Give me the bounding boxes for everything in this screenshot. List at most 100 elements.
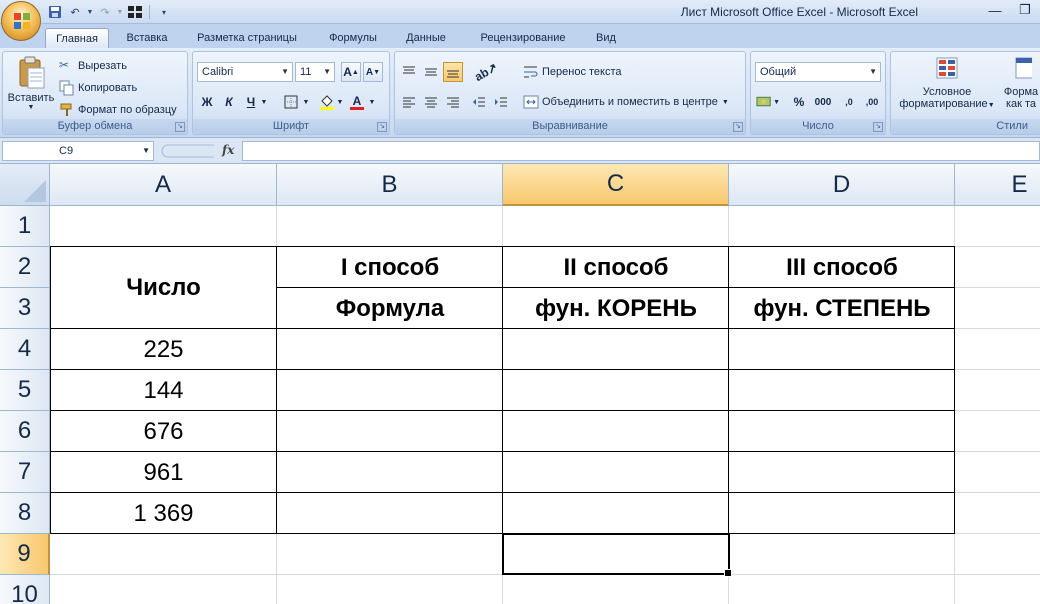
cell-c2[interactable]: II способ [503,247,729,288]
grid-view-icon[interactable] [126,3,144,21]
cell-a7[interactable]: 961 [50,452,277,493]
decrease-decimal-button[interactable]: ,00 [861,92,883,112]
align-middle-icon [425,68,437,76]
column-header-d[interactable]: D [729,164,955,206]
format-as-table-button[interactable]: Форма как та [1001,56,1040,110]
wrap-text-button[interactable]: Перенос текста [523,64,622,80]
cell-d2[interactable]: III способ [729,247,955,288]
orientation-button[interactable]: ab↗ [471,60,501,84]
align-left-button[interactable] [399,92,419,112]
merge-center-button[interactable]: Объединить и поместить в центре ▼ [523,94,729,110]
currency-button[interactable]: ▼ [755,92,781,112]
cell-a4[interactable]: 225 [50,329,277,370]
cell-b2[interactable]: I способ [277,247,503,288]
cut-button[interactable]: ✂ Вырезать [59,58,127,74]
conditional-formatting-button[interactable]: Условное форматирование▼ [895,56,999,110]
save-icon[interactable] [46,3,64,21]
borders-button[interactable] [281,92,301,112]
decrease-indent-button[interactable] [469,92,489,112]
alignment-launcher-icon[interactable]: ↘ [733,122,743,132]
align-bottom-button[interactable] [443,62,463,82]
thousands-separator-button[interactable]: 000 [811,92,835,112]
font-size-combo[interactable]: 11 ▼ [295,62,335,82]
insert-function-icon[interactable]: fx [222,143,234,157]
name-box-value: C9 [59,145,74,157]
borders-dropdown-icon[interactable]: ▼ [301,92,311,112]
increase-indent-button[interactable] [491,92,511,112]
tab-view[interactable]: Вид [584,28,628,48]
increase-decimal-button[interactable]: ,0 [839,92,859,112]
underline-dropdown-icon[interactable]: ▼ [259,92,269,112]
maximize-icon[interactable]: ❐ [1010,0,1040,20]
font-launcher-icon[interactable]: ↘ [377,122,387,132]
office-button[interactable] [1,1,41,41]
active-cell-c9[interactable] [502,533,732,577]
decrease-decimal-icon: ,00 [865,97,879,107]
tab-home[interactable]: Главная [45,28,109,48]
shrink-font-button[interactable]: A ▼ [363,62,383,82]
row-header-8[interactable]: 8 [0,493,50,534]
underline-button[interactable]: Ч [241,92,261,112]
font-color-dropdown-icon[interactable]: ▼ [367,92,377,112]
redo-dropdown-icon[interactable]: ▼ [116,3,124,21]
align-top-button[interactable] [399,62,419,82]
row-header-5[interactable]: 5 [0,370,50,411]
grow-font-button[interactable]: A ▲ [341,62,361,82]
customize-qat-icon[interactable]: ▾ [155,3,173,21]
styles-group-label: Стили [891,119,1040,134]
align-middle-button[interactable] [421,62,441,82]
column-header-e[interactable]: E [955,164,1040,206]
row-header-6[interactable]: 6 [0,411,50,452]
tab-data[interactable]: Данные [396,28,456,48]
column-header-a[interactable]: A [50,164,277,206]
font-size-value: 11 [300,66,312,78]
paste-icon [19,56,45,89]
tab-formulas[interactable]: Формулы [318,28,388,48]
row-header-4[interactable]: 4 [0,329,50,370]
percent-button[interactable]: % [789,92,809,112]
redo-icon[interactable]: ↷ [96,3,114,21]
align-right-button[interactable] [443,92,463,112]
column-header-c[interactable]: C [503,164,729,206]
italic-button[interactable]: К [219,92,239,112]
font-color-button[interactable]: A [347,92,367,112]
paste-button[interactable]: Вставить ▼ [7,56,55,111]
undo-dropdown-icon[interactable]: ▼ [86,3,94,21]
cell-d3[interactable]: фун. СТЕПЕНЬ [729,288,955,329]
tab-review[interactable]: Рецензирование [468,28,578,48]
tab-insert[interactable]: Вставка [114,28,180,48]
minimize-icon[interactable]: — [980,0,1010,20]
name-box[interactable]: C9 ▼ [2,141,154,161]
fill-color-button[interactable] [317,92,337,112]
row-header-10[interactable]: 10 [0,575,50,604]
number-format-combo[interactable]: Общий ▼ [755,62,881,82]
fill-color-dropdown-icon[interactable]: ▼ [335,92,345,112]
select-all-button[interactable] [0,164,50,206]
clipboard-launcher-icon[interactable]: ↘ [175,122,185,132]
undo-icon[interactable]: ↶ [66,3,84,21]
row-header-9[interactable]: 9 [0,534,50,575]
cell-a8[interactable]: 1 369 [50,493,277,534]
row-header-7[interactable]: 7 [0,452,50,493]
window-title: Лист Microsoft Office Excel - Microsoft … [680,5,918,19]
cell-a5[interactable]: 144 [50,370,277,411]
align-center-button[interactable] [421,92,441,112]
column-header-b[interactable]: B [277,164,503,206]
cell-b3[interactable]: Формула [277,288,503,329]
format-painter-button[interactable]: Формат по образцу [59,102,177,118]
increase-decimal-icon: ,0 [845,97,853,107]
cell-a2-number-header[interactable]: Число [50,247,277,329]
cell-c3[interactable]: фун. КОРЕНЬ [503,288,729,329]
row-header-1[interactable]: 1 [0,206,50,247]
copy-button[interactable]: Копировать [59,80,137,96]
row-header-3[interactable]: 3 [0,288,50,329]
font-name-combo[interactable]: Calibri ▼ [197,62,293,82]
tab-page-layout[interactable]: Разметка страницы [186,28,308,48]
italic-icon: К [225,95,233,109]
decrease-indent-icon [473,97,485,107]
row-header-2[interactable]: 2 [0,247,50,288]
formula-input[interactable] [242,141,1040,161]
bold-button[interactable]: Ж [197,92,217,112]
number-launcher-icon[interactable]: ↘ [873,122,883,132]
cell-a6[interactable]: 676 [50,411,277,452]
